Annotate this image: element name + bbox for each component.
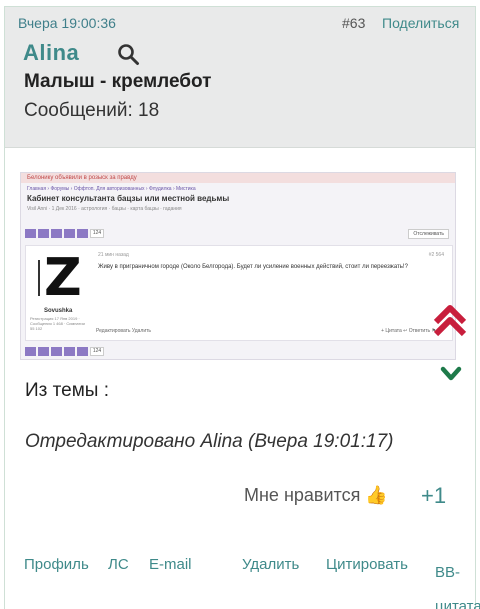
shot-avatar: Z [34, 248, 82, 308]
like-count: +1 [421, 483, 447, 508]
shot-actions-left: Редактировать Удалить [96, 328, 152, 334]
shot-page-current-bottom: 124 [90, 347, 104, 356]
post-number[interactable]: #63 [342, 15, 365, 31]
shot-tags: Visil Anni · 1 Дек 2016 · астрология · б… [27, 206, 182, 212]
email-link[interactable]: E-mail [149, 556, 192, 573]
profile-link[interactable]: Профиль [24, 556, 89, 573]
chevron-down-icon[interactable] [440, 366, 462, 382]
share-link[interactable]: Поделиться [382, 15, 459, 31]
shot-pager-bottom: 124 [25, 347, 104, 356]
user-title: Малыш - кремлебот [24, 71, 212, 92]
like-button[interactable]: Мне нравится 👍 [244, 485, 388, 506]
post-date[interactable]: Вчера 19:00:36 [18, 15, 116, 31]
shot-page-current: 124 [90, 229, 104, 238]
shot-pager: 124 [25, 229, 104, 238]
shot-follow-button: Отслеживать [408, 229, 449, 239]
shot-poster-meta: Регистрация 17 Янв 2019 · Сообщения 1 46… [30, 316, 85, 331]
bb-quote-link[interactable]: BB-цитата [435, 556, 480, 609]
double-chevron-up-icon[interactable] [430, 300, 470, 340]
post-header: Вчера 19:00:36 #63 Поделиться Alina Малы… [5, 7, 475, 148]
pm-link[interactable]: ЛС [108, 556, 129, 573]
attached-screenshot[interactable]: Белонику объявили в розыск за правду Гла… [20, 172, 456, 360]
shot-title: Кабинет консультанта бацзы или местной в… [27, 194, 230, 203]
shot-banner: Белонику объявили в розыск за правду [21, 173, 455, 183]
quote-link[interactable]: Цитировать [326, 556, 408, 573]
edited-note: Отредактировано Alina (Вчера 19:01:17) [25, 431, 394, 452]
shot-post-body: Живу в приграничном городе (Около Белгор… [98, 264, 408, 270]
search-icon[interactable] [116, 42, 140, 66]
delete-link[interactable]: Удалить [242, 556, 299, 573]
shot-post: Z Sovushka Регистрация 17 Янв 2019 · Соо… [25, 245, 453, 341]
topic-reference: Из темы : [25, 380, 109, 401]
shot-post-time: 21 мин назад [98, 252, 129, 258]
shot-breadcrumbs: Главная › Форумы › Оффтоп. Для авторизов… [27, 186, 196, 192]
message-count: Сообщений: 18 [24, 100, 160, 121]
shot-post-id: #2 564 [428, 252, 444, 258]
shot-poster-name: Sovushka [44, 308, 73, 314]
author-name[interactable]: Alina [23, 40, 79, 66]
